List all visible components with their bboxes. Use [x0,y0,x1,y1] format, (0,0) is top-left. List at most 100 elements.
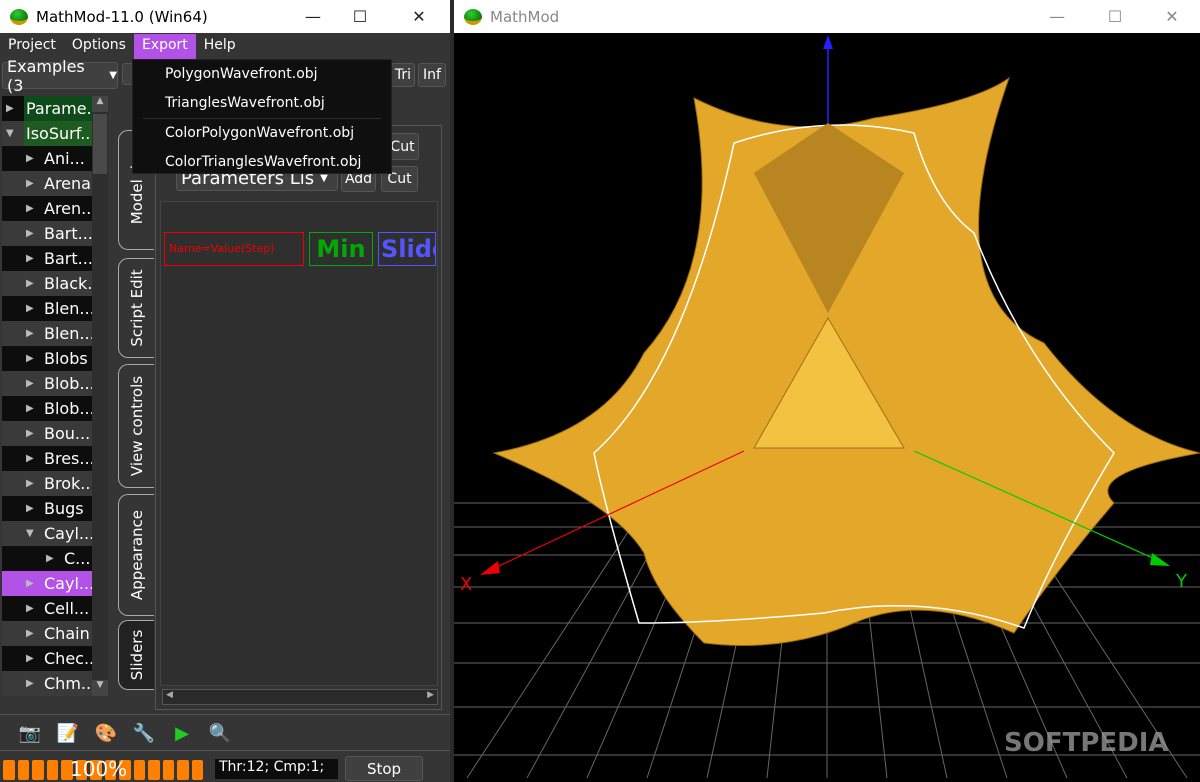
stop-button[interactable]: Stop [345,756,423,781]
tab-script-edit[interactable]: Script Edit [118,258,154,358]
play-icon[interactable]: ▶ [170,723,194,744]
tree-item[interactable]: ▶ Arena [2,171,92,196]
tree-item[interactable]: ▶ Chain [2,621,92,646]
wrench-icon[interactable]: 🔧 [132,723,156,744]
tree-item[interactable]: ▶ Blen... [2,296,92,321]
tree-item-label: Cell... [44,599,90,618]
tree-item[interactable]: ▶ Bugs [2,496,92,521]
minimize-button[interactable]: — [290,0,336,33]
tree-item[interactable]: ▶ C... [2,546,92,571]
slider-field[interactable]: Slide [378,232,436,266]
expand-down-icon[interactable]: ▼ [6,121,14,146]
expand-right-icon[interactable]: ▶ [26,296,34,321]
maximize-button[interactable]: ☐ [337,0,383,33]
scroll-down-icon[interactable]: ▼ [92,680,108,696]
expand-right-icon[interactable]: ▶ [26,496,34,521]
expand-right-icon[interactable]: ▶ [26,146,34,171]
menu-item-polygon-wavefront[interactable]: PolygonWavefront.obj [133,60,391,89]
tree-item[interactable]: ▶ Brok... [2,471,92,496]
menu-item-color-triangles-wavefront[interactable]: ColorTrianglesWavefront.obj [133,148,391,177]
magnifier-icon[interactable]: 🔍 [208,723,232,744]
tab-view-controls[interactable]: View controls [118,364,154,488]
menu-item-color-polygon-wavefront[interactable]: ColorPolygonWavefront.obj [133,119,391,148]
expand-right-icon[interactable]: ▶ [26,421,34,446]
tri-button[interactable]: Tri [391,63,415,87]
tree-item[interactable]: ▶ Blob... [2,371,92,396]
scroll-left-icon[interactable]: ◀ [166,690,173,700]
expand-right-icon[interactable]: ▶ [26,196,34,221]
expand-right-icon[interactable]: ▶ [26,271,34,296]
expand-right-icon[interactable]: ▶ [26,346,34,371]
expand-down-icon[interactable]: ▼ [26,521,34,546]
expand-right-icon[interactable]: ▶ [26,621,34,646]
minimize-button[interactable]: — [1034,0,1080,33]
maximize-button[interactable]: ☐ [1092,0,1138,33]
close-button[interactable]: ✕ [1149,0,1195,33]
tree-item[interactable]: ▶ Bart... [2,246,92,271]
scroll-thumb[interactable] [93,114,107,174]
thread-info: Thr:12; Cmp:1; [215,759,338,779]
expand-right-icon[interactable]: ▶ [46,546,54,571]
camera-icon[interactable]: 📷 [18,723,42,744]
close-button[interactable]: ✕ [396,0,442,33]
tree-item[interactable]: ▶ Blobs [2,346,92,371]
tree-item[interactable]: ▶ Ani... [2,146,92,171]
notepad-icon[interactable]: 📝 [56,723,80,744]
tree-item[interactable]: ▶ Chec... [2,646,92,671]
expand-right-icon[interactable]: ▶ [26,671,34,696]
expand-right-icon[interactable]: ▶ [26,571,34,596]
tab-appearance[interactable]: Appearance [118,494,154,616]
tree-item[interactable]: ▶ Blob... [2,396,92,421]
examples-combo[interactable]: Examples (3 ▼ [2,57,118,95]
tree-item-label: Bugs [44,499,84,518]
horizontal-scrollbar[interactable]: ◀ ▶ [162,689,438,705]
expand-right-icon[interactable]: ▶ [26,646,34,671]
tree-item[interactable]: ▼ IsoSurf.. [2,121,92,146]
tree-item[interactable]: ▶ Parame.. [2,96,92,121]
tree-item[interactable]: ▶ Cayl... [2,571,92,596]
menu-project[interactable]: Project [0,34,64,59]
expand-right-icon[interactable]: ▶ [26,396,34,421]
tab-sliders[interactable]: Sliders [118,620,154,690]
expand-right-icon[interactable]: ▶ [26,596,34,621]
menu-export[interactable]: Export [133,34,196,59]
tree-item[interactable]: ▶ Chm... [2,671,92,696]
app-logo-icon [464,8,482,25]
scroll-up-icon[interactable]: ▲ [92,96,108,112]
tree-item[interactable]: ▼ Cayl... [2,521,92,546]
mathmod-viewer-window: MathMod — ☐ ✕ X Y SOFTPEDIA [454,0,1200,782]
tree-item[interactable]: ▶ Black.. [2,271,92,296]
tree-scrollbar[interactable]: ▲ ▼ [92,96,108,696]
expand-right-icon[interactable]: ▶ [26,221,34,246]
tree-item[interactable]: ▶ Bou... [2,421,92,446]
expand-right-icon[interactable]: ▶ [6,96,14,121]
tree-item[interactable]: ▶ Cell... [2,596,92,621]
palette-icon[interactable]: 🎨 [94,723,118,744]
tree-item[interactable]: ▶ Bart... [2,221,92,246]
menu-help[interactable]: Help [196,34,244,59]
tree-item-label: Parame.. [24,96,92,121]
scroll-right-icon[interactable]: ▶ [427,690,434,700]
tree-item[interactable]: ▶ Bres... [2,446,92,471]
tree-item-label: Cayl... [44,524,92,543]
menu-item-triangles-wavefront[interactable]: TrianglesWavefront.obj [133,89,391,118]
min-field[interactable]: Min [309,232,373,266]
tree-item-label: Arena [44,174,91,193]
expand-right-icon[interactable]: ▶ [26,471,34,496]
3d-viewport[interactable]: X Y SOFTPEDIA [454,33,1200,782]
tree-item[interactable]: ▶ Blen... [2,321,92,346]
sliders-area: Name=Value(Step) Min Slide [160,201,438,686]
expand-right-icon[interactable]: ▶ [26,246,34,271]
name-value-step-field[interactable]: Name=Value(Step) [164,232,304,266]
tree-item[interactable]: ▶ Aren.. [2,196,92,221]
expand-right-icon[interactable]: ▶ [26,371,34,396]
expand-right-icon[interactable]: ▶ [26,321,34,346]
viewer-title-bar: MathMod — ☐ ✕ [454,0,1200,33]
chevron-down-icon: ▼ [109,70,117,81]
examples-tree[interactable]: ▶ Parame.. ▼ IsoSurf.. ▶ Ani... ▶ Arena ▶ Aren.. ▶… [2,96,92,696]
menu-options[interactable]: Options [64,34,134,59]
expand-right-icon[interactable]: ▶ [26,446,34,471]
inf-button[interactable]: Inf [418,63,446,87]
progress-segment [3,760,15,780]
expand-right-icon[interactable]: ▶ [26,171,34,196]
